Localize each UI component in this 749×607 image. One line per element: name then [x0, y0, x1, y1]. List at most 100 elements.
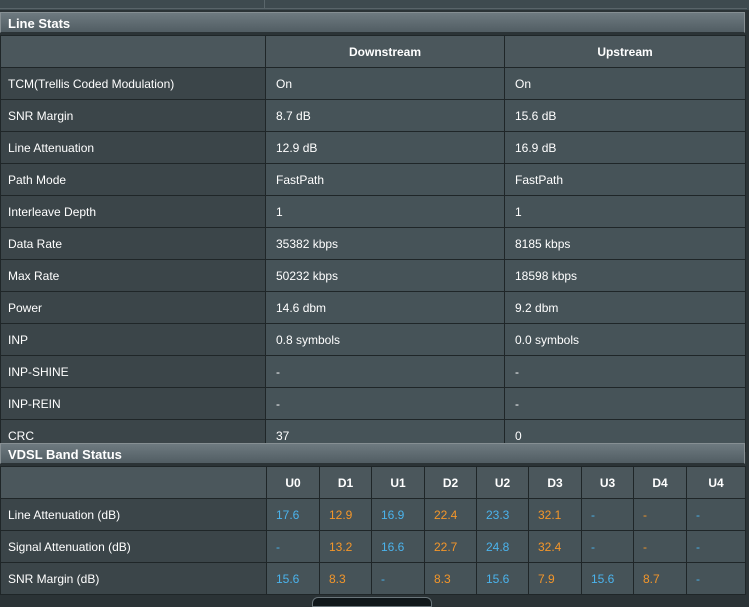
upstream-value: 8185 kbps — [504, 227, 746, 260]
band-value-d1: 12.9 — [319, 498, 372, 531]
band-value-d3: 7.9 — [528, 562, 582, 595]
row-label: INP-REIN — [0, 387, 266, 420]
line-stats-title: Line Stats — [0, 12, 745, 33]
downstream-value: On — [265, 67, 505, 100]
band-header-row: U0 D1 U1 D2 U2 D3 U3 D4 U4 — [0, 466, 746, 499]
band-header-blank-cell — [0, 466, 267, 499]
downstream-value: 14.6 dbm — [265, 291, 505, 324]
band-header-u0: U0 — [266, 466, 320, 499]
band-value-d4: 8.7 — [633, 562, 687, 595]
table-row: Interleave Depth 1 1 — [0, 195, 746, 228]
downstream-value: - — [265, 387, 505, 420]
band-value-d4: - — [633, 530, 687, 563]
upstream-value: - — [504, 355, 746, 388]
header-upstream: Upstream — [504, 35, 746, 68]
band-header-d1: D1 — [319, 466, 372, 499]
row-label: TCM(Trellis Coded Modulation) — [0, 67, 266, 100]
band-value-d1: 8.3 — [319, 562, 372, 595]
band-header-d4: D4 — [633, 466, 687, 499]
band-value-u2: 15.6 — [476, 562, 529, 595]
band-value-u0: 17.6 — [266, 498, 320, 531]
band-header-u2: U2 — [476, 466, 529, 499]
upstream-value: 1 — [504, 195, 746, 228]
bottom-tab-handle[interactable] — [312, 597, 432, 607]
upstream-value: 15.6 dB — [504, 99, 746, 132]
row-label: Signal Attenuation (dB) — [0, 530, 267, 563]
downstream-value: 1 — [265, 195, 505, 228]
band-status-body: Line Attenuation (dB) 17.6 12.9 16.9 22.4 23.… — [0, 498, 746, 595]
downstream-value: 12.9 dB — [265, 131, 505, 164]
top-strip-border — [0, 8, 747, 9]
row-label: Power — [0, 291, 266, 324]
band-value-u0: - — [266, 530, 320, 563]
table-row: SNR Margin 8.7 dB 15.6 dB — [0, 99, 746, 132]
upstream-value: - — [504, 387, 746, 420]
band-value-u4: - — [686, 562, 746, 595]
downstream-value: 0.8 symbols — [265, 323, 505, 356]
table-row: SNR Margin (dB) 15.6 8.3-8.3 15.6 7.9 15.6 8.7… — [0, 562, 746, 595]
row-label: SNR Margin (dB) — [0, 562, 267, 595]
downstream-value: 8.7 dB — [265, 99, 505, 132]
band-value-u4: - — [686, 530, 746, 563]
band-value-d4: - — [633, 498, 687, 531]
upstream-value: 0.0 symbols — [504, 323, 746, 356]
band-value-u2: 23.3 — [476, 498, 529, 531]
row-label: Interleave Depth — [0, 195, 266, 228]
row-label: Path Mode — [0, 163, 266, 196]
downstream-value: 50232 kbps — [265, 259, 505, 292]
table-row: Path Mode FastPath FastPath — [0, 163, 746, 196]
downstream-value: 35382 kbps — [265, 227, 505, 260]
table-row: TCM(Trellis Coded Modulation) On On — [0, 67, 746, 100]
table-row: Line Attenuation (dB) 17.6 12.9 16.9 22.4 23.… — [0, 498, 746, 531]
row-label: Line Attenuation (dB) — [0, 498, 267, 531]
table-row: INP-SHINE - - — [0, 355, 746, 388]
band-value-d3: 32.1 — [528, 498, 582, 531]
line-stats-body: TCM(Trellis Coded Modulation) On On SNR Mar… — [0, 67, 746, 452]
band-value-u3: 15.6 — [581, 562, 634, 595]
band-value-d1: 13.2 — [319, 530, 372, 563]
band-header-d2: D2 — [424, 466, 477, 499]
band-value-d3: 32.4 — [528, 530, 582, 563]
upstream-value: 16.9 dB — [504, 131, 746, 164]
band-value-u1: 16.9 — [371, 498, 425, 531]
band-value-u2: 24.8 — [476, 530, 529, 563]
table-row: Line Attenuation 12.9 dB 16.9 dB — [0, 131, 746, 164]
top-strip — [0, 0, 749, 10]
header-downstream: Downstream — [265, 35, 505, 68]
band-value-u3: - — [581, 530, 634, 563]
table-row: Signal Attenuation (dB) -13.2 16.6 22.7 24.8… — [0, 530, 746, 563]
band-header-u3: U3 — [581, 466, 634, 499]
band-header-u4: U4 — [686, 466, 746, 499]
band-value-u1: 16.6 — [371, 530, 425, 563]
band-value-d2: 22.7 — [424, 530, 477, 563]
upstream-value: On — [504, 67, 746, 100]
table-row: Data Rate 35382 kbps 8185 kbps — [0, 227, 746, 260]
band-value-u0: 15.6 — [266, 562, 320, 595]
upstream-value: 18598 kbps — [504, 259, 746, 292]
table-row: INP 0.8 symbols 0.0 symbols — [0, 323, 746, 356]
vdsl-band-status-table: U0 D1 U1 D2 U2 D3 U3 D4 U4 Line Attenuation (dB)… — [0, 466, 746, 595]
band-value-d2: 8.3 — [424, 562, 477, 595]
row-label: SNR Margin — [0, 99, 266, 132]
row-label: INP — [0, 323, 266, 356]
line-stats-header-row: Downstream Upstream — [0, 35, 746, 68]
upstream-value: FastPath — [504, 163, 746, 196]
band-value-d2: 22.4 — [424, 498, 477, 531]
row-label: INP-SHINE — [0, 355, 266, 388]
band-value-u3: - — [581, 498, 634, 531]
header-blank-cell — [0, 35, 266, 68]
row-label: Data Rate — [0, 227, 266, 260]
top-strip-divider — [264, 0, 265, 8]
vdsl-band-status-title: VDSL Band Status — [0, 443, 745, 464]
band-value-u1: - — [371, 562, 425, 595]
downstream-value: FastPath — [265, 163, 505, 196]
table-row: Max Rate 50232 kbps 18598 kbps — [0, 259, 746, 292]
line-stats-table: Downstream Upstream TCM(Trellis Coded Mo… — [0, 35, 746, 452]
row-label: Max Rate — [0, 259, 266, 292]
band-header-u1: U1 — [371, 466, 425, 499]
upstream-value: 9.2 dbm — [504, 291, 746, 324]
table-row: INP-REIN - - — [0, 387, 746, 420]
downstream-value: - — [265, 355, 505, 388]
band-header-d3: D3 — [528, 466, 582, 499]
band-value-u4: - — [686, 498, 746, 531]
